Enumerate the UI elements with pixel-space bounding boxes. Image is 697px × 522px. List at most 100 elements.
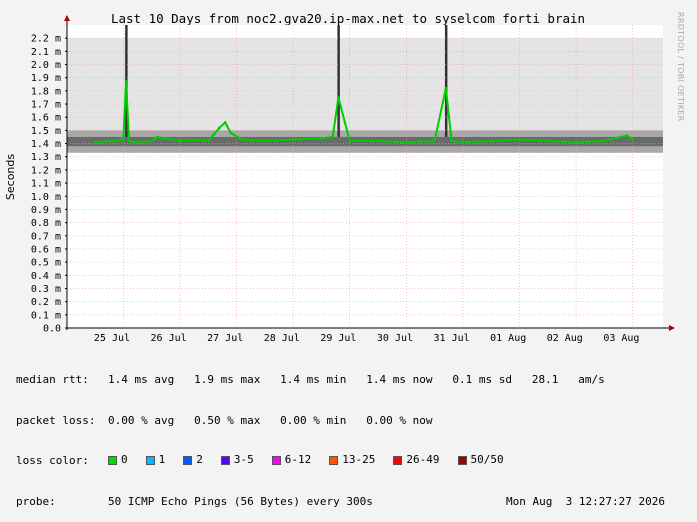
smoke-outer	[571, 38, 575, 131]
smoke-outer	[543, 38, 547, 131]
smoke-outer	[459, 38, 463, 131]
smoke-spike	[444, 25, 448, 137]
smoke-core	[223, 136, 227, 147]
smoke-core	[79, 136, 83, 147]
smoke-core	[515, 136, 519, 147]
smoke-outer	[655, 38, 659, 131]
smoke-core	[343, 136, 347, 147]
smoke-outer	[79, 38, 83, 131]
median-point	[320, 136, 323, 140]
y-tick-label: 0.8 m	[31, 218, 61, 229]
smoke-outer	[479, 38, 483, 131]
y-tick-label: 0.7 m	[31, 231, 61, 242]
x-tick-label: 26 Jul	[151, 333, 187, 344]
smoke-outer	[531, 38, 535, 131]
smoke-outer	[555, 38, 559, 131]
smoke-outer	[391, 38, 395, 131]
smoke-outer	[483, 38, 487, 131]
x-tick-label: 03 Aug	[603, 333, 639, 344]
loss-color-swatch	[329, 455, 339, 465]
smoke-core	[607, 136, 611, 147]
y-tick-label: 1.0 m	[31, 192, 61, 203]
y-tick-label: 2.2 m	[31, 34, 61, 45]
smoke-outer	[603, 38, 607, 131]
smoke-outer	[591, 38, 595, 131]
smoke-outer	[323, 38, 327, 131]
median-point	[331, 135, 335, 139]
smoke-core	[647, 136, 651, 147]
smoke-outer	[411, 38, 415, 131]
smoke-core	[215, 136, 219, 147]
smoke-outer	[515, 38, 519, 131]
smoke-outer	[287, 38, 291, 131]
smoke-core	[635, 136, 639, 147]
smoke-outer	[635, 38, 639, 131]
y-axis-label: Seconds	[4, 154, 17, 200]
smoke-core	[171, 136, 175, 147]
smoke-outer	[375, 38, 379, 131]
median-point	[133, 140, 137, 144]
smoke-outer	[199, 38, 203, 131]
smoke-outer	[651, 38, 655, 131]
smoke-outer	[327, 38, 331, 131]
loss-color-swatch	[108, 455, 117, 465]
smoke-outer	[187, 38, 191, 131]
median-point	[124, 80, 128, 84]
packet-loss-row: packet loss: 0.00 % avg 0.50 % max 0.00 …	[16, 414, 681, 428]
loss-legend-label: 6-12	[284, 453, 312, 467]
smoke-outer	[363, 38, 367, 131]
smoke-outer	[331, 38, 335, 131]
smoke-outer	[231, 38, 235, 131]
median-point	[178, 139, 182, 143]
smoke-outer	[299, 38, 303, 131]
smoke-outer	[319, 38, 323, 131]
smoke-outer	[247, 38, 251, 131]
smoke-core	[227, 136, 231, 147]
smoke-outer	[99, 38, 103, 131]
smoke-outer	[235, 38, 239, 131]
smoke-outer	[131, 38, 135, 131]
smoke-core	[623, 136, 627, 147]
smoke-core	[531, 136, 535, 147]
smoke-outer	[355, 38, 359, 131]
smoke-outer	[167, 38, 171, 131]
smoke-core	[83, 136, 87, 147]
smoke-outer	[435, 38, 439, 131]
smoke-outer	[399, 38, 403, 131]
smoke-outer	[463, 38, 467, 131]
smoke-core	[651, 136, 655, 147]
smoke-core	[639, 136, 643, 147]
loss-legend-label: 3-5	[233, 453, 254, 467]
smoke-outer	[83, 38, 87, 131]
median-point	[206, 139, 210, 143]
smoke-outer	[371, 38, 375, 131]
smoke-core	[655, 136, 659, 147]
y-tick-label: 2.1 m	[31, 47, 61, 58]
median-point	[489, 139, 493, 143]
smoke-outer	[415, 38, 419, 131]
loss-color-swatch	[271, 455, 281, 465]
smoke-outer	[115, 38, 119, 131]
smoke-outer	[647, 38, 651, 131]
median-point	[433, 139, 436, 143]
smoke-outer	[475, 38, 479, 131]
loss-legend-label: 26-49	[406, 453, 440, 467]
smoke-outer	[71, 38, 75, 131]
smoke-outer	[455, 38, 459, 131]
smoke-outer	[395, 38, 399, 131]
y-tick-label: 1.6 m	[31, 113, 61, 124]
loss-legend-label: 13-25	[342, 453, 376, 467]
packet-loss-values: 0.00 % avg 0.50 % max 0.00 % min 0.00 % …	[108, 413, 433, 427]
legend: median rtt: 1.4 ms avg 1.9 ms max 1.4 ms…	[16, 346, 681, 522]
smoke-core	[287, 136, 291, 147]
packet-loss-label: packet loss:	[16, 413, 96, 427]
median-rtt-label: median rtt:	[16, 373, 89, 386]
smoke-core	[255, 136, 259, 147]
smoke-core	[219, 136, 223, 147]
median-rtt-values: 1.4 ms avg 1.9 ms max 1.4 ms min 1.4 ms …	[108, 373, 605, 386]
smoke-outer	[627, 38, 631, 131]
y-tick-label: 0.2 m	[31, 297, 61, 308]
smoke-outer	[467, 38, 471, 131]
smoke-outer	[195, 38, 199, 131]
median-rtt-row: median rtt: 1.4 ms avg 1.9 ms max 1.4 ms…	[16, 373, 681, 387]
